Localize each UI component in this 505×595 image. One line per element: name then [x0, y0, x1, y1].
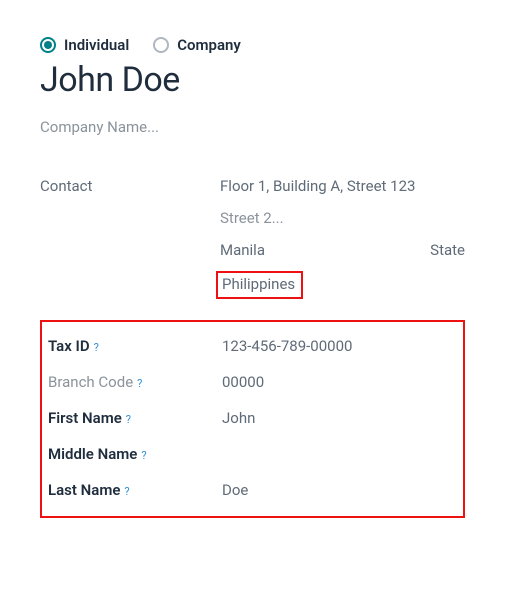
company-type-radios: Individual Company — [40, 36, 465, 54]
last-name-input[interactable]: Doe — [222, 481, 457, 499]
tax-id-input[interactable]: 123-456-789-00000 — [222, 337, 457, 355]
radio-individual-label: Individual — [64, 36, 129, 54]
radio-individual[interactable]: Individual — [40, 36, 129, 54]
help-icon[interactable]: ? — [137, 377, 142, 390]
radio-company-label: Company — [177, 36, 241, 54]
last-name-row: Last Name ? Doe — [48, 472, 457, 508]
address-section: Contact Floor 1, Building A, Street 123 … — [40, 170, 465, 306]
street2-input[interactable]: Street 2... — [220, 209, 465, 227]
address-fields: Floor 1, Building A, Street 123 Street 2… — [220, 170, 465, 306]
branch-code-label: Branch Code ? — [48, 373, 222, 391]
tax-id-row: Tax ID ? 123-456-789-00000 — [48, 328, 457, 364]
radio-company[interactable]: Company — [153, 36, 241, 54]
help-icon[interactable]: ? — [124, 485, 129, 498]
country-input[interactable]: Philippines — [216, 271, 303, 299]
first-name-input[interactable]: John — [222, 409, 457, 427]
first-name-row: First Name ? John — [48, 400, 457, 436]
help-icon[interactable]: ? — [94, 341, 99, 354]
tax-id-label: Tax ID ? — [48, 337, 222, 355]
contact-form: Individual Company John Doe Company Name… — [0, 0, 505, 558]
middle-name-label: Middle Name ? — [48, 445, 222, 463]
branch-code-input[interactable]: 00000 — [222, 373, 457, 391]
radio-icon — [153, 37, 169, 53]
state-input[interactable]: State — [430, 241, 465, 259]
help-icon[interactable]: ? — [126, 413, 131, 426]
branch-code-row: Branch Code ? 00000 — [48, 364, 457, 400]
middle-name-row: Middle Name ? — [48, 436, 457, 472]
help-icon[interactable]: ? — [141, 449, 146, 462]
last-name-label: Last Name ? — [48, 481, 222, 499]
contact-name-input[interactable]: John Doe — [40, 60, 465, 100]
first-name-label: First Name ? — [48, 409, 222, 427]
radio-icon — [40, 37, 56, 53]
street1-input[interactable]: Floor 1, Building A, Street 123 — [220, 177, 465, 195]
company-name-input[interactable]: Company Name... — [40, 118, 465, 136]
contact-label: Contact — [40, 170, 220, 306]
ph-fields-section: Tax ID ? 123-456-789-00000 Branch Code ?… — [40, 320, 465, 518]
city-input[interactable]: Manila — [220, 241, 265, 259]
